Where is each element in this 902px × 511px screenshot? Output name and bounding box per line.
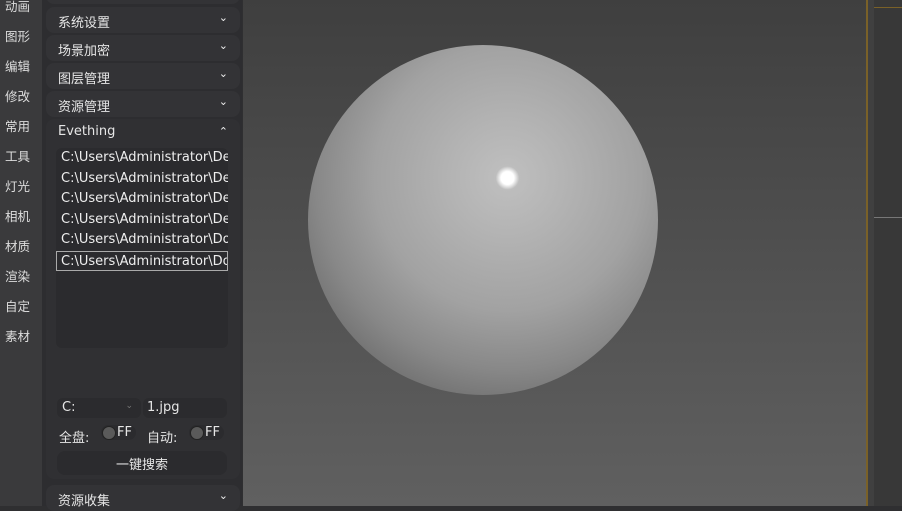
sphere-object[interactable] <box>308 45 658 395</box>
list-item[interactable]: C:\Users\Administrator\De <box>56 210 228 231</box>
toggle-knob <box>102 425 116 440</box>
sidebar-item[interactable]: 常用 <box>5 116 30 135</box>
toggle-knob <box>190 425 204 440</box>
sidebar-item[interactable]: 修改 <box>5 86 30 105</box>
list-item-selected[interactable]: C:\Users\Administrator\Do <box>56 250 228 271</box>
sidebar-item[interactable]: 图形 <box>5 26 30 45</box>
sidebar-item[interactable]: 自定 <box>5 296 30 315</box>
section-label: 资源管理 <box>58 100 111 115</box>
section-resource-collect[interactable]: 资源收集 ⌄ <box>46 485 240 511</box>
section-label: 系统设置 <box>58 16 111 31</box>
section-label: 场景加密 <box>58 44 111 59</box>
section-system-settings[interactable]: 系统设置 ⌄ <box>46 7 240 33</box>
sidebar-item[interactable]: 工具 <box>5 146 30 165</box>
sidebar-item[interactable]: 渲染 <box>5 266 30 285</box>
section-label: 资源收集 <box>58 494 111 509</box>
chevron-down-icon: ⌄ <box>218 11 228 24</box>
full-disk-toggle[interactable]: FF <box>101 425 136 440</box>
section-resource-manager[interactable]: 资源管理 ⌄ <box>46 91 240 117</box>
chevron-up-icon: ⌃ <box>218 125 228 138</box>
drive-select[interactable]: C: ⌄ <box>57 398 141 418</box>
section-label: Evething <box>58 124 116 139</box>
sidebar-item[interactable]: 编辑 <box>5 56 30 75</box>
chevron-down-icon: ⌄ <box>218 95 228 108</box>
chevron-down-icon: ⌄ <box>125 401 133 411</box>
divider <box>874 7 902 8</box>
one-click-search-button[interactable]: 一键搜索 <box>57 451 227 475</box>
category-sidebar: 动画 图形 编辑 修改 常用 工具 灯光 相机 材质 渲染 自定 素材 <box>0 0 42 506</box>
sidebar-item[interactable]: 灯光 <box>5 176 30 195</box>
section-label: 图层管理 <box>58 72 111 87</box>
divider <box>874 217 902 218</box>
file-list[interactable]: C:\Users\Administrator\De C:\Users\Admin… <box>56 148 228 348</box>
auto-toggle[interactable]: FF <box>189 425 224 440</box>
auto-label: 自动: <box>147 431 178 446</box>
section-layer-manager[interactable]: 图层管理 ⌄ <box>46 63 240 89</box>
sidebar-item[interactable]: 相机 <box>5 206 30 225</box>
list-item[interactable]: C:\Users\Administrator\De <box>56 189 228 210</box>
list-item[interactable]: C:\Users\Administrator\Do <box>56 230 228 251</box>
drive-value: C: <box>62 400 76 415</box>
3d-viewport[interactable] <box>243 0 866 506</box>
section-scene-encrypt[interactable]: 场景加密 ⌄ <box>46 35 240 61</box>
sidebar-item[interactable]: 素材 <box>5 326 30 345</box>
section-header[interactable] <box>46 0 240 4</box>
full-disk-label: 全盘: <box>59 431 90 446</box>
toggle-state: FF <box>205 425 220 440</box>
chevron-down-icon: ⌄ <box>218 67 228 80</box>
toggle-state: FF <box>117 425 132 440</box>
chevron-down-icon: ⌄ <box>218 489 228 502</box>
list-item[interactable]: C:\Users\Administrator\De <box>56 148 228 169</box>
sidebar-item[interactable]: 动画 <box>5 0 30 15</box>
right-panel <box>874 0 902 506</box>
sidebar-item[interactable]: 材质 <box>5 236 30 255</box>
list-item[interactable]: C:\Users\Administrator\De <box>56 169 228 190</box>
filename-input[interactable]: 1.jpg <box>143 398 227 418</box>
chevron-down-icon: ⌄ <box>218 39 228 52</box>
